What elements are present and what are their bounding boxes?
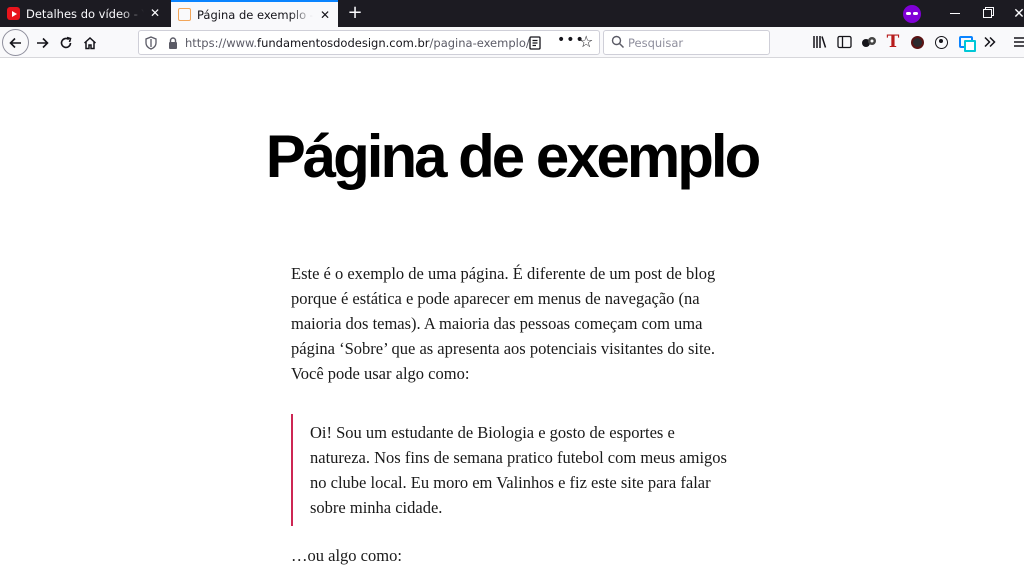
back-button[interactable] bbox=[2, 29, 29, 56]
reload-button[interactable] bbox=[54, 31, 78, 55]
page-title: Página de exemplo bbox=[265, 123, 762, 190]
youtube-icon bbox=[7, 7, 20, 20]
address-bar[interactable]: https://www.fundamentosdodesign.com.br/p… bbox=[138, 30, 600, 55]
tab-youtube-studio[interactable]: Detalhes do vídeo - YouTube Studio ✕ bbox=[0, 0, 168, 27]
blockquote-text: Oi! Sou um estudante de Biologia e gosto… bbox=[310, 423, 727, 517]
k-extension-button[interactable] bbox=[906, 31, 928, 53]
navigation-toolbar: https://www.fundamentosdodesign.com.br/p… bbox=[0, 27, 1024, 58]
close-window-button[interactable]: ✕ bbox=[996, 0, 1024, 27]
sync-button[interactable] bbox=[955, 31, 977, 53]
close-tab-icon[interactable]: ✕ bbox=[148, 6, 162, 20]
tab-title: Detalhes do vídeo - YouTube Studio bbox=[26, 6, 144, 21]
url-path: /pagina-exemplo/ bbox=[429, 36, 530, 50]
blockquote: Oi! Sou um estudante de Biologia e gosto… bbox=[291, 414, 733, 526]
t-extension-icon: T bbox=[886, 32, 900, 52]
tab-title: Página de exemplo - Fundamentos do Desig… bbox=[197, 7, 313, 22]
chevrons-right-icon bbox=[984, 36, 996, 48]
reload-icon bbox=[60, 36, 72, 49]
lock-icon[interactable] bbox=[167, 36, 179, 50]
closing-paragraph: …ou algo como: bbox=[291, 546, 402, 565]
t-extension-button[interactable]: T bbox=[882, 31, 904, 53]
url-host: fundamentosdodesign.com.br bbox=[257, 36, 430, 50]
url-text[interactable]: https://www.fundamentosdodesign.com.br/p… bbox=[185, 36, 530, 50]
intro-paragraph: Este é o exemplo de uma página. É difere… bbox=[291, 264, 716, 383]
tab-pagina-exemplo[interactable]: Página de exemplo - Fundamentos do Desig… bbox=[171, 0, 338, 27]
hamburger-menu-button[interactable] bbox=[1009, 31, 1024, 53]
web-page-content: Página de exemplo Este é o exemplo de um… bbox=[0, 58, 1024, 576]
url-prefix: https://www. bbox=[185, 36, 258, 50]
forward-arrow-icon bbox=[37, 37, 49, 49]
back-arrow-icon bbox=[8, 37, 21, 48]
forward-button[interactable] bbox=[30, 31, 54, 55]
library-icon bbox=[813, 36, 827, 48]
bookmark-star-icon[interactable]: ☆ bbox=[579, 32, 593, 51]
library-button[interactable] bbox=[809, 31, 831, 53]
extension-icon bbox=[862, 37, 876, 47]
search-bar[interactable]: Pesquisar bbox=[603, 30, 770, 55]
new-tab-button[interactable]: + bbox=[345, 3, 365, 23]
sidebar-icon bbox=[836, 35, 852, 49]
minimize-icon bbox=[950, 13, 960, 14]
reader-view-icon[interactable] bbox=[527, 35, 543, 51]
hamburger-menu-icon bbox=[1014, 37, 1024, 47]
page-icon bbox=[178, 8, 191, 21]
private-browsing-icon bbox=[903, 5, 921, 23]
home-icon bbox=[83, 36, 97, 50]
account-icon bbox=[934, 35, 948, 49]
account-button[interactable] bbox=[930, 31, 952, 53]
k-extension-icon bbox=[910, 35, 924, 49]
tab-strip: Detalhes do vídeo - YouTube Studio ✕ Pág… bbox=[0, 0, 1024, 27]
extension-button[interactable] bbox=[858, 31, 880, 53]
restore-icon bbox=[982, 9, 992, 18]
sync-icon bbox=[959, 36, 976, 52]
tracking-protection-shield-icon[interactable] bbox=[145, 36, 157, 50]
home-button[interactable] bbox=[78, 31, 102, 55]
sidebar-button[interactable] bbox=[833, 31, 855, 53]
overflow-menu-button[interactable] bbox=[979, 31, 1001, 53]
close-tab-icon[interactable]: ✕ bbox=[318, 8, 332, 22]
search-icon bbox=[611, 35, 625, 49]
search-placeholder: Pesquisar bbox=[628, 36, 684, 50]
